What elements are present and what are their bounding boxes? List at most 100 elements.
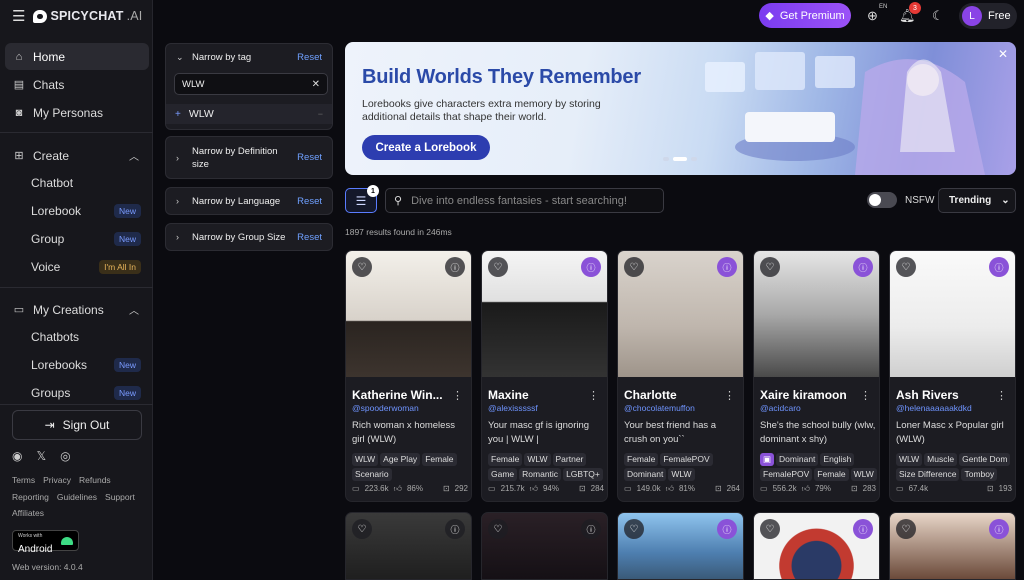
tag-chip[interactable]: Game: [488, 468, 518, 481]
heart-icon[interactable]: ♡: [488, 519, 508, 539]
character-card-partial[interactable]: ♡ ⓘ: [889, 512, 1016, 580]
sidebar-item-personas[interactable]: ◙ My Personas: [5, 99, 149, 126]
terms-link[interactable]: Terms: [12, 475, 35, 485]
tag-chip[interactable]: Size Difference: [896, 468, 960, 481]
tag-chip[interactable]: Scenario: [352, 468, 392, 481]
filter-definition-size[interactable]: › Narrow by Definition size Reset: [165, 136, 333, 179]
info-icon[interactable]: ⓘ: [717, 519, 737, 539]
heart-icon[interactable]: ♡: [352, 519, 372, 539]
info-icon[interactable]: ⓘ: [445, 257, 465, 277]
tag-chip[interactable]: Gentle Dom: [959, 453, 1011, 466]
x-icon[interactable]: 𝕏: [36, 449, 46, 463]
character-card-partial[interactable]: ♡ ⓘ: [617, 512, 744, 580]
creator-handle[interactable]: @chocolatemuffon: [624, 403, 695, 413]
tag-chip[interactable]: Romantic: [519, 468, 562, 481]
info-icon[interactable]: ⓘ: [581, 519, 601, 539]
tag-chip[interactable]: Female: [814, 468, 849, 481]
reporting-link[interactable]: Reporting: [12, 492, 49, 502]
filter-language[interactable]: › Narrow by Language Reset: [165, 187, 333, 215]
discord-icon[interactable]: ◉: [12, 449, 22, 463]
privacy-link[interactable]: Privacy: [43, 475, 71, 485]
more-options-icon[interactable]: ⋮: [452, 389, 463, 402]
create-chatbot[interactable]: Chatbot: [31, 171, 147, 195]
info-icon[interactable]: ⓘ: [989, 519, 1009, 539]
tag-chip[interactable]: Partner: [552, 453, 587, 466]
sidebar-item-create[interactable]: ⊞ Create ︿: [5, 142, 149, 169]
minus-icon[interactable]: −: [318, 109, 323, 119]
nsfw-toggle[interactable]: [867, 192, 897, 208]
carousel-dot[interactable]: [673, 157, 687, 161]
reset-button[interactable]: Reset: [297, 196, 322, 207]
tag-chip[interactable]: WLW: [668, 468, 695, 481]
more-options-icon[interactable]: ⋮: [588, 389, 599, 402]
tag-chip[interactable]: WLW: [850, 468, 877, 481]
character-card[interactable]: ♡ ⓘ Katherine Win... ⋮ @spooderwoman Ric…: [345, 250, 472, 502]
get-premium-button[interactable]: ◆ Get Premium: [759, 3, 851, 28]
character-card-partial[interactable]: ♡ ⓘ: [345, 512, 472, 580]
create-voice[interactable]: Voice I'm All In: [31, 255, 147, 279]
info-icon[interactable]: ⓘ: [853, 257, 873, 277]
filter-group-size[interactable]: › Narrow by Group Size Reset: [165, 223, 333, 251]
account-button[interactable]: L Free: [959, 3, 1017, 29]
character-card[interactable]: ♡ ⓘ Charlotte ⋮ @chocolatemuffon Your be…: [617, 250, 744, 502]
tag-chip[interactable]: Tomboy: [961, 468, 998, 481]
create-group[interactable]: Group New: [31, 227, 147, 251]
reddit-icon[interactable]: ◎: [60, 449, 70, 463]
heart-icon[interactable]: ♡: [896, 257, 916, 277]
tag-chip[interactable]: WLW: [352, 453, 379, 466]
menu-icon[interactable]: ☰: [12, 7, 25, 25]
sign-out-button[interactable]: ⇥ Sign Out: [12, 410, 142, 440]
sidebar-item-my-creations[interactable]: ▭ My Creations ︿: [5, 296, 149, 323]
tag-chip[interactable]: Female: [422, 453, 457, 466]
clear-icon[interactable]: ✕: [312, 79, 320, 90]
android-badge[interactable]: Works with Android: [12, 530, 79, 555]
create-lorebook-button[interactable]: Create a Lorebook: [362, 135, 490, 160]
tag-chip[interactable]: Muscle: [924, 453, 958, 466]
moon-icon[interactable]: ☾: [932, 8, 944, 24]
more-options-icon[interactable]: ⋮: [996, 389, 1007, 402]
heart-icon[interactable]: ♡: [624, 257, 644, 277]
tag-chip[interactable]: ▣: [760, 453, 775, 466]
carousel-dot[interactable]: [691, 157, 697, 161]
heart-icon[interactable]: ♡: [352, 257, 372, 277]
info-icon[interactable]: ⓘ: [989, 257, 1009, 277]
tag-chip[interactable]: LGBTQ+: [563, 468, 603, 481]
creations-groups[interactable]: Groups New: [31, 381, 147, 405]
creator-handle[interactable]: @alexisssssf: [488, 403, 538, 413]
globe-icon[interactable]: ⊕: [867, 8, 878, 24]
support-link[interactable]: Support: [105, 492, 135, 502]
creator-handle[interactable]: @helenaaaaaakdkd: [896, 403, 972, 413]
character-card[interactable]: ♡ ⓘ Xaire kiramoon ⋮ @acidcaro She's the…: [753, 250, 880, 502]
tag-chip[interactable]: English: [820, 453, 855, 466]
tag-chip[interactable]: Female: [488, 453, 523, 466]
tag-chip[interactable]: Dominant: [624, 468, 667, 481]
heart-icon[interactable]: ♡: [760, 519, 780, 539]
tag-search-input[interactable]: WLW ✕: [174, 73, 328, 95]
tag-chip[interactable]: Age Play: [380, 453, 421, 466]
character-card[interactable]: ♡ ⓘ Maxine ⋮ @alexisssssf Your masc gf i…: [481, 250, 608, 502]
sidebar-item-chats[interactable]: ▤ Chats: [5, 71, 149, 98]
create-lorebook[interactable]: Lorebook New: [31, 199, 147, 223]
reset-button[interactable]: Reset: [297, 152, 322, 163]
logo[interactable]: SPICYCHAT .AI: [33, 9, 142, 23]
affiliates-link[interactable]: Affiliates: [12, 508, 44, 518]
tag-chip[interactable]: WLW: [896, 453, 923, 466]
creator-handle[interactable]: @spooderwoman: [352, 403, 419, 413]
creator-handle[interactable]: @acidcaro: [760, 403, 801, 413]
tag-chip[interactable]: Dominant: [776, 453, 819, 466]
guidelines-link[interactable]: Guidelines: [57, 492, 97, 502]
tag-chip[interactable]: FemalePOV: [760, 468, 813, 481]
character-card-partial[interactable]: ♡ ⓘ: [481, 512, 608, 580]
tag-chip[interactable]: FemalePOV: [660, 453, 713, 466]
tag-chip[interactable]: WLW: [524, 453, 551, 466]
reset-button[interactable]: Reset: [297, 52, 322, 63]
more-options-icon[interactable]: ⋮: [860, 389, 871, 402]
reset-button[interactable]: Reset: [297, 232, 322, 243]
more-options-icon[interactable]: ⋮: [724, 389, 735, 402]
close-icon[interactable]: ✕: [998, 47, 1008, 61]
sort-select[interactable]: Trending ⌄: [938, 188, 1016, 213]
selected-tag[interactable]: + WLW −: [166, 104, 332, 124]
heart-icon[interactable]: ♡: [624, 519, 644, 539]
creations-chatbots[interactable]: Chatbots: [31, 325, 147, 349]
info-icon[interactable]: ⓘ: [581, 257, 601, 277]
